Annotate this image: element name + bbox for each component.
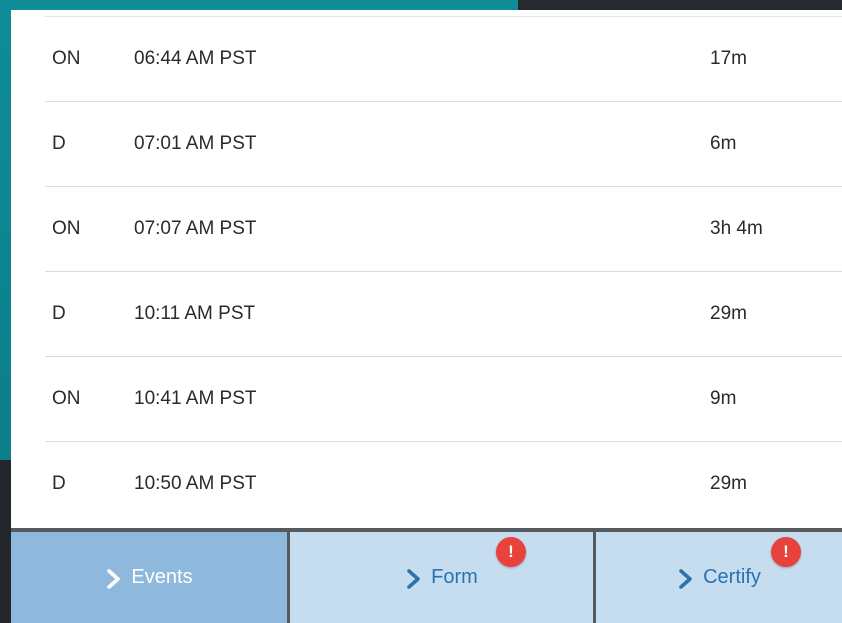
event-time: 07:07 AM PST — [134, 218, 257, 239]
log-row[interactable]: ON 07:07 AM PST 3h 4m — [45, 187, 842, 272]
tab-label: Form — [431, 566, 478, 588]
log-row[interactable]: D 10:11 AM PST 29m — [45, 272, 842, 357]
duty-status: ON — [52, 218, 81, 239]
event-duration: 29m — [710, 473, 747, 494]
log-row[interactable]: D 07:01 AM PST 6m — [45, 102, 842, 187]
duty-status: ON — [52, 48, 81, 69]
event-duration: 29m — [710, 303, 747, 324]
background-dark — [518, 0, 842, 10]
event-duration: 9m — [710, 388, 737, 409]
chevron-right-icon — [405, 568, 423, 589]
tab-form[interactable]: Form — [290, 532, 593, 623]
form-alert-badge: ! — [496, 537, 526, 567]
bottom-nav: Events Form Certify — [11, 528, 842, 623]
event-time: 10:11 AM PST — [134, 303, 256, 324]
log-list[interactable]: ON 06:44 AM PST 17m D 07:01 AM PST 6m ON… — [11, 17, 842, 526]
event-duration: 17m — [710, 48, 747, 69]
event-duration: 6m — [710, 133, 737, 154]
duty-status: ON — [52, 388, 81, 409]
event-duration: 3h 4m — [710, 218, 763, 239]
tab-label: Certify — [703, 566, 761, 588]
tab-events[interactable]: Events — [11, 532, 287, 623]
chevron-right-icon — [677, 568, 695, 589]
log-row[interactable]: D 10:50 AM PST 29m — [45, 442, 842, 526]
log-events-panel: ON 06:44 AM PST 17m D 07:01 AM PST 6m ON… — [11, 10, 842, 528]
log-row[interactable]: ON 06:44 AM PST 17m — [45, 17, 842, 102]
duty-status: D — [52, 473, 66, 494]
event-time: 10:50 AM PST — [134, 473, 257, 494]
duty-status: D — [52, 303, 66, 324]
chevron-right-icon — [105, 568, 123, 589]
event-time: 06:44 AM PST — [134, 48, 257, 69]
tab-label: Events — [131, 566, 193, 588]
event-time: 07:01 AM PST — [134, 133, 257, 154]
event-time: 10:41 AM PST — [134, 388, 257, 409]
certify-alert-badge: ! — [771, 537, 801, 567]
log-row[interactable]: ON 10:41 AM PST 9m — [45, 357, 842, 442]
tab-certify[interactable]: Certify — [596, 532, 842, 623]
duty-status: D — [52, 133, 66, 154]
